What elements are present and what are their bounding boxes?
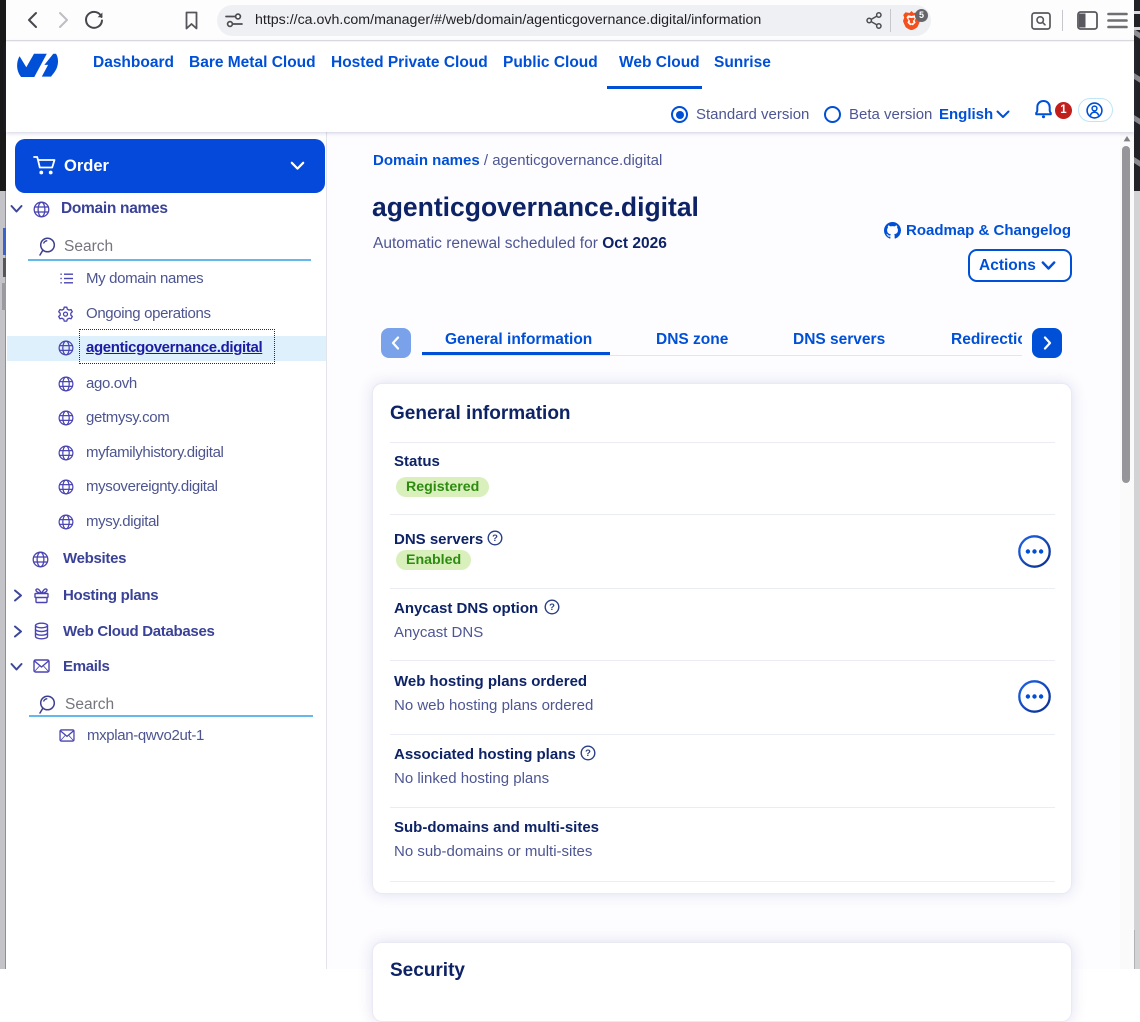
svg-text:?: ?: [549, 602, 555, 613]
svg-text:?: ?: [492, 533, 498, 544]
svg-text:?: ?: [585, 748, 591, 759]
